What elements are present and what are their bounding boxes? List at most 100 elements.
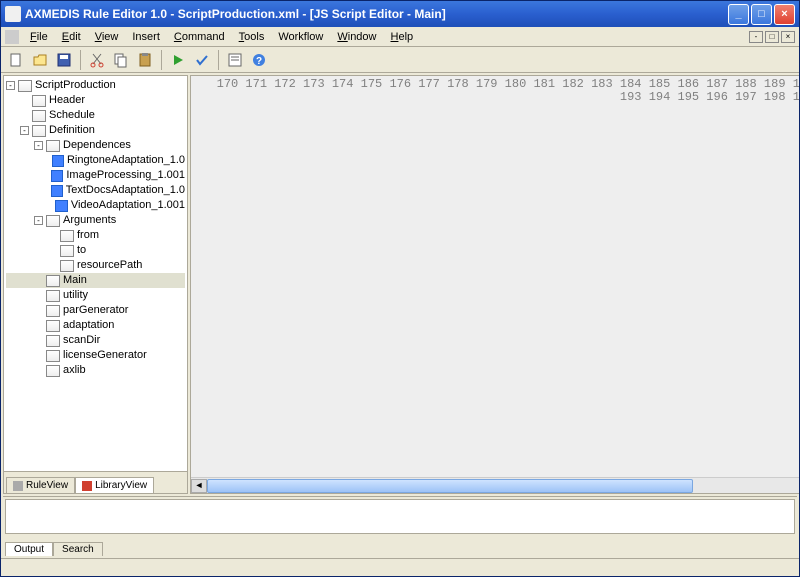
tree-label: Dependences xyxy=(63,138,131,153)
tree-node-icon xyxy=(51,170,63,182)
open-button[interactable] xyxy=(29,49,51,71)
tree-item[interactable]: -ScriptProduction xyxy=(6,78,185,93)
tree-node-icon xyxy=(32,110,46,122)
menubar: File Edit View Insert Command Tools Work… xyxy=(1,27,799,47)
tree-item[interactable]: parGenerator xyxy=(6,303,185,318)
minimize-button[interactable]: _ xyxy=(728,4,749,25)
tree-label: from xyxy=(77,228,99,243)
tab-search[interactable]: Search xyxy=(53,542,103,556)
mdi-doc-icon xyxy=(5,30,19,44)
tree-node-icon xyxy=(60,245,74,257)
tree-node-icon xyxy=(46,215,60,227)
menu-help[interactable]: Help xyxy=(384,29,421,45)
tree-label: to xyxy=(77,243,86,258)
tree-label: RingtoneAdaptation_1.0 xyxy=(67,153,185,168)
tree-label: VideoAdaptation_1.001 xyxy=(71,198,185,213)
menu-workflow[interactable]: Workflow xyxy=(271,29,330,45)
tree-label: utility xyxy=(63,288,88,303)
tree-node-icon xyxy=(46,140,60,152)
menu-view[interactable]: View xyxy=(88,29,126,45)
tree-item[interactable]: RingtoneAdaptation_1.0 xyxy=(6,153,185,168)
menu-insert[interactable]: Insert xyxy=(125,29,167,45)
menu-command[interactable]: Command xyxy=(167,29,232,45)
help-button[interactable]: ? xyxy=(248,49,270,71)
tree-item[interactable]: Schedule xyxy=(6,108,185,123)
tree-node-icon xyxy=(32,95,46,107)
titlebar[interactable]: AXMEDIS Rule Editor 1.0 - ScriptProducti… xyxy=(1,1,799,27)
ruleview-icon xyxy=(13,481,23,491)
tree-label: Header xyxy=(49,93,85,108)
svg-text:?: ? xyxy=(256,56,262,67)
tree-item[interactable]: VideoAdaptation_1.001 xyxy=(6,198,185,213)
mdi-restore[interactable]: □ xyxy=(765,31,779,43)
menu-edit[interactable]: Edit xyxy=(55,29,88,45)
tree-node-icon xyxy=(46,320,60,332)
new-button[interactable] xyxy=(5,49,27,71)
tree-label: axlib xyxy=(63,363,86,378)
output-area[interactable] xyxy=(5,499,795,534)
horizontal-scrollbar[interactable]: ◄ ► xyxy=(191,477,799,493)
tree-node-icon xyxy=(46,275,60,287)
tab-libraryview[interactable]: LibraryView xyxy=(75,477,154,493)
tree-label: Definition xyxy=(49,123,95,138)
tree-item[interactable]: - Arguments xyxy=(6,213,185,228)
menu-file[interactable]: File xyxy=(23,29,55,45)
mdi-close[interactable]: × xyxy=(781,31,795,43)
tree-expander[interactable]: - xyxy=(20,126,29,135)
menu-tools[interactable]: Tools xyxy=(232,29,272,45)
mdi-minimize[interactable]: - xyxy=(749,31,763,43)
statusbar xyxy=(1,558,799,576)
tree-label: Schedule xyxy=(49,108,95,123)
app-icon xyxy=(5,6,21,22)
paste-button[interactable] xyxy=(134,49,156,71)
copy-button[interactable] xyxy=(110,49,132,71)
props-button[interactable] xyxy=(224,49,246,71)
tree-item[interactable]: axlib xyxy=(6,363,185,378)
tree-label: Arguments xyxy=(63,213,116,228)
toolbar: ? xyxy=(1,47,799,73)
menu-window[interactable]: Window xyxy=(330,29,383,45)
tree-node-icon xyxy=(32,125,46,137)
tree-item[interactable]: ImageProcessing_1.001 xyxy=(6,168,185,183)
tree-label: Main xyxy=(63,273,87,288)
tree-item[interactable]: Header xyxy=(6,93,185,108)
tree-expander[interactable]: - xyxy=(34,141,43,150)
tree-node-icon xyxy=(51,185,63,197)
tree-node-icon xyxy=(18,80,32,92)
scroll-left-arrow[interactable]: ◄ xyxy=(191,479,207,493)
tree-item[interactable]: - Dependences xyxy=(6,138,185,153)
tab-output[interactable]: Output xyxy=(5,542,53,556)
check-button[interactable] xyxy=(191,49,213,71)
tree-expander[interactable]: - xyxy=(6,81,15,90)
close-button[interactable]: × xyxy=(774,4,795,25)
cut-button[interactable] xyxy=(86,49,108,71)
sidebar: -ScriptProductionHeaderSchedule-Definiti… xyxy=(3,75,188,494)
libraryview-icon xyxy=(82,481,92,491)
tree-label: resourcePath xyxy=(77,258,142,273)
tree-view[interactable]: -ScriptProductionHeaderSchedule-Definiti… xyxy=(4,76,187,471)
maximize-button[interactable]: □ xyxy=(751,4,772,25)
tree-item[interactable]: scanDir xyxy=(6,333,185,348)
tree-label: licenseGenerator xyxy=(63,348,147,363)
tab-ruleview[interactable]: RuleView xyxy=(6,477,75,493)
tree-item[interactable]: utility xyxy=(6,288,185,303)
tree-label: adaptation xyxy=(63,318,114,333)
tree-item[interactable]: licenseGenerator xyxy=(6,348,185,363)
tree-item[interactable]: TextDocsAdaptation_1.0 xyxy=(6,183,185,198)
editor: 170 171 172 173 174 175 176 177 178 179 … xyxy=(190,75,799,494)
tree-label: scanDir xyxy=(63,333,100,348)
run-button[interactable] xyxy=(167,49,189,71)
tree-item[interactable]: adaptation xyxy=(6,318,185,333)
tree-item[interactable]: - Definition xyxy=(6,123,185,138)
tree-item[interactable]: from xyxy=(6,228,185,243)
tree-item[interactable]: to xyxy=(6,243,185,258)
tree-expander[interactable]: - xyxy=(34,216,43,225)
tree-label: TextDocsAdaptation_1.0 xyxy=(66,183,185,198)
tree-item[interactable]: resourcePath xyxy=(6,258,185,273)
save-button[interactable] xyxy=(53,49,75,71)
tree-label: ImageProcessing_1.001 xyxy=(66,168,185,183)
tree-node-icon xyxy=(46,365,60,377)
scroll-thumb[interactable] xyxy=(207,479,693,493)
tree-node-icon xyxy=(55,200,68,212)
tree-item[interactable]: Main xyxy=(6,273,185,288)
